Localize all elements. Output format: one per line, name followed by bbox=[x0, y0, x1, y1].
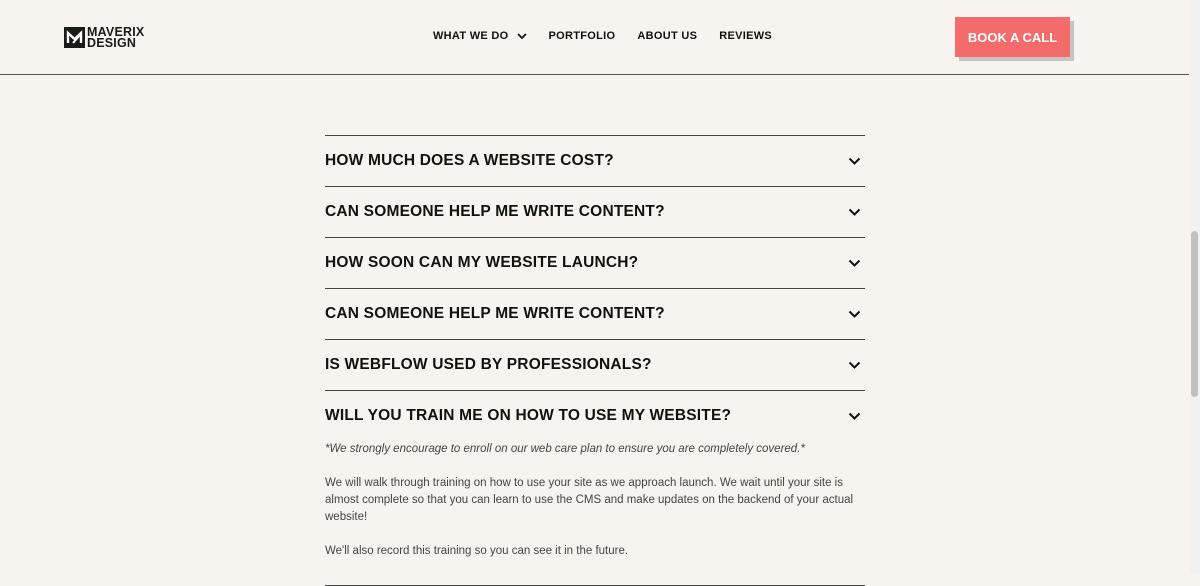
maverix-logo-icon bbox=[64, 27, 85, 48]
nav-label: REVIEWS bbox=[719, 30, 773, 42]
chevron-down-icon bbox=[848, 412, 861, 420]
book-a-call-button[interactable]: BOOK A CALL bbox=[955, 17, 1070, 57]
nav-label: WHAT WE DO bbox=[433, 30, 509, 42]
faq-question: IS WEBFLOW USED BY PROFESSIONALS? bbox=[325, 356, 652, 373]
faq-item: HOW SOON CAN MY WEBSITE LAUNCH? bbox=[325, 237, 865, 288]
faq-question: CAN SOMEONE HELP ME WRITE CONTENT? bbox=[325, 305, 665, 322]
faq-toggle[interactable]: CAN SOMEONE HELP ME WRITE CONTENT? bbox=[325, 289, 865, 339]
faq-question: CAN SOMEONE HELP ME WRITE CONTENT? bbox=[325, 203, 665, 220]
faq-toggle[interactable]: HOW SOON CAN MY WEBSITE LAUNCH? bbox=[325, 238, 865, 288]
nav-item-about-us[interactable]: ABOUT US bbox=[637, 30, 697, 42]
chevron-down-icon bbox=[516, 32, 527, 39]
faq-answer-paragraph: We will walk through training on how to … bbox=[325, 477, 854, 523]
scrollbar-thumb[interactable] bbox=[1191, 231, 1198, 397]
chevron-down-icon bbox=[848, 259, 861, 267]
faq-question: HOW MUCH DOES A WEBSITE COST? bbox=[325, 152, 614, 169]
nav-item-reviews[interactable]: REVIEWS bbox=[719, 30, 772, 42]
nav-item-portfolio[interactable]: PORTFOLIO bbox=[549, 30, 616, 42]
chevron-down-icon bbox=[848, 361, 861, 369]
chevron-down-icon bbox=[848, 310, 861, 318]
brand-logo[interactable]: MAVERIX DESIGN bbox=[64, 26, 144, 50]
brand-line2: DESIGN bbox=[87, 35, 137, 50]
faq-toggle[interactable]: IS WEBFLOW USED BY PROFESSIONALS? bbox=[325, 340, 865, 390]
site-header: MAVERIX DESIGN WHAT WE DO PORTFOLIO ABOU… bbox=[0, 0, 1189, 75]
faq-question: WILL YOU TRAIN ME ON HOW TO USE MY WEBSI… bbox=[325, 407, 732, 424]
faq-item-expanded: WILL YOU TRAIN ME ON HOW TO USE MY WEBSI… bbox=[325, 390, 865, 585]
faq-accordion: HOW MUCH DOES A WEBSITE COST? CAN SOMEON… bbox=[325, 135, 865, 586]
faq-toggle[interactable]: WILL YOU TRAIN ME ON HOW TO USE MY WEBSI… bbox=[325, 391, 865, 441]
faq-toggle[interactable]: CAN SOMEONE HELP ME WRITE CONTENT? bbox=[325, 187, 865, 237]
nav-item-what-we-do[interactable]: WHAT WE DO bbox=[433, 30, 527, 42]
faq-item: CAN SOMEONE HELP ME WRITE CONTENT? bbox=[325, 288, 865, 339]
faq-item: HOW MUCH DOES A WEBSITE COST? bbox=[325, 135, 865, 186]
faq-toggle[interactable]: HOW MUCH DOES A WEBSITE COST? bbox=[325, 136, 865, 186]
faq-item: IS WEBFLOW USED BY PROFESSIONALS? bbox=[325, 339, 865, 390]
nav-label: ABOUT US bbox=[637, 30, 698, 42]
nav-label: PORTFOLIO bbox=[548, 30, 616, 42]
faq-answer: *We strongly encourage to enroll on our … bbox=[325, 441, 865, 585]
chevron-down-icon bbox=[848, 208, 861, 216]
faq-question: HOW SOON CAN MY WEBSITE LAUNCH? bbox=[325, 254, 639, 271]
faq-item: CAN SOMEONE HELP ME WRITE CONTENT? bbox=[325, 186, 865, 237]
chevron-down-icon bbox=[848, 157, 861, 165]
brand-wordmark: MAVERIX DESIGN bbox=[87, 26, 144, 50]
faq-answer-paragraph: We'll also record this training so you c… bbox=[325, 545, 629, 557]
faq-answer-note: *We strongly encourage to enroll on our … bbox=[325, 443, 805, 455]
main-nav: WHAT WE DO PORTFOLIO ABOUT US REVIEWS bbox=[433, 30, 794, 42]
